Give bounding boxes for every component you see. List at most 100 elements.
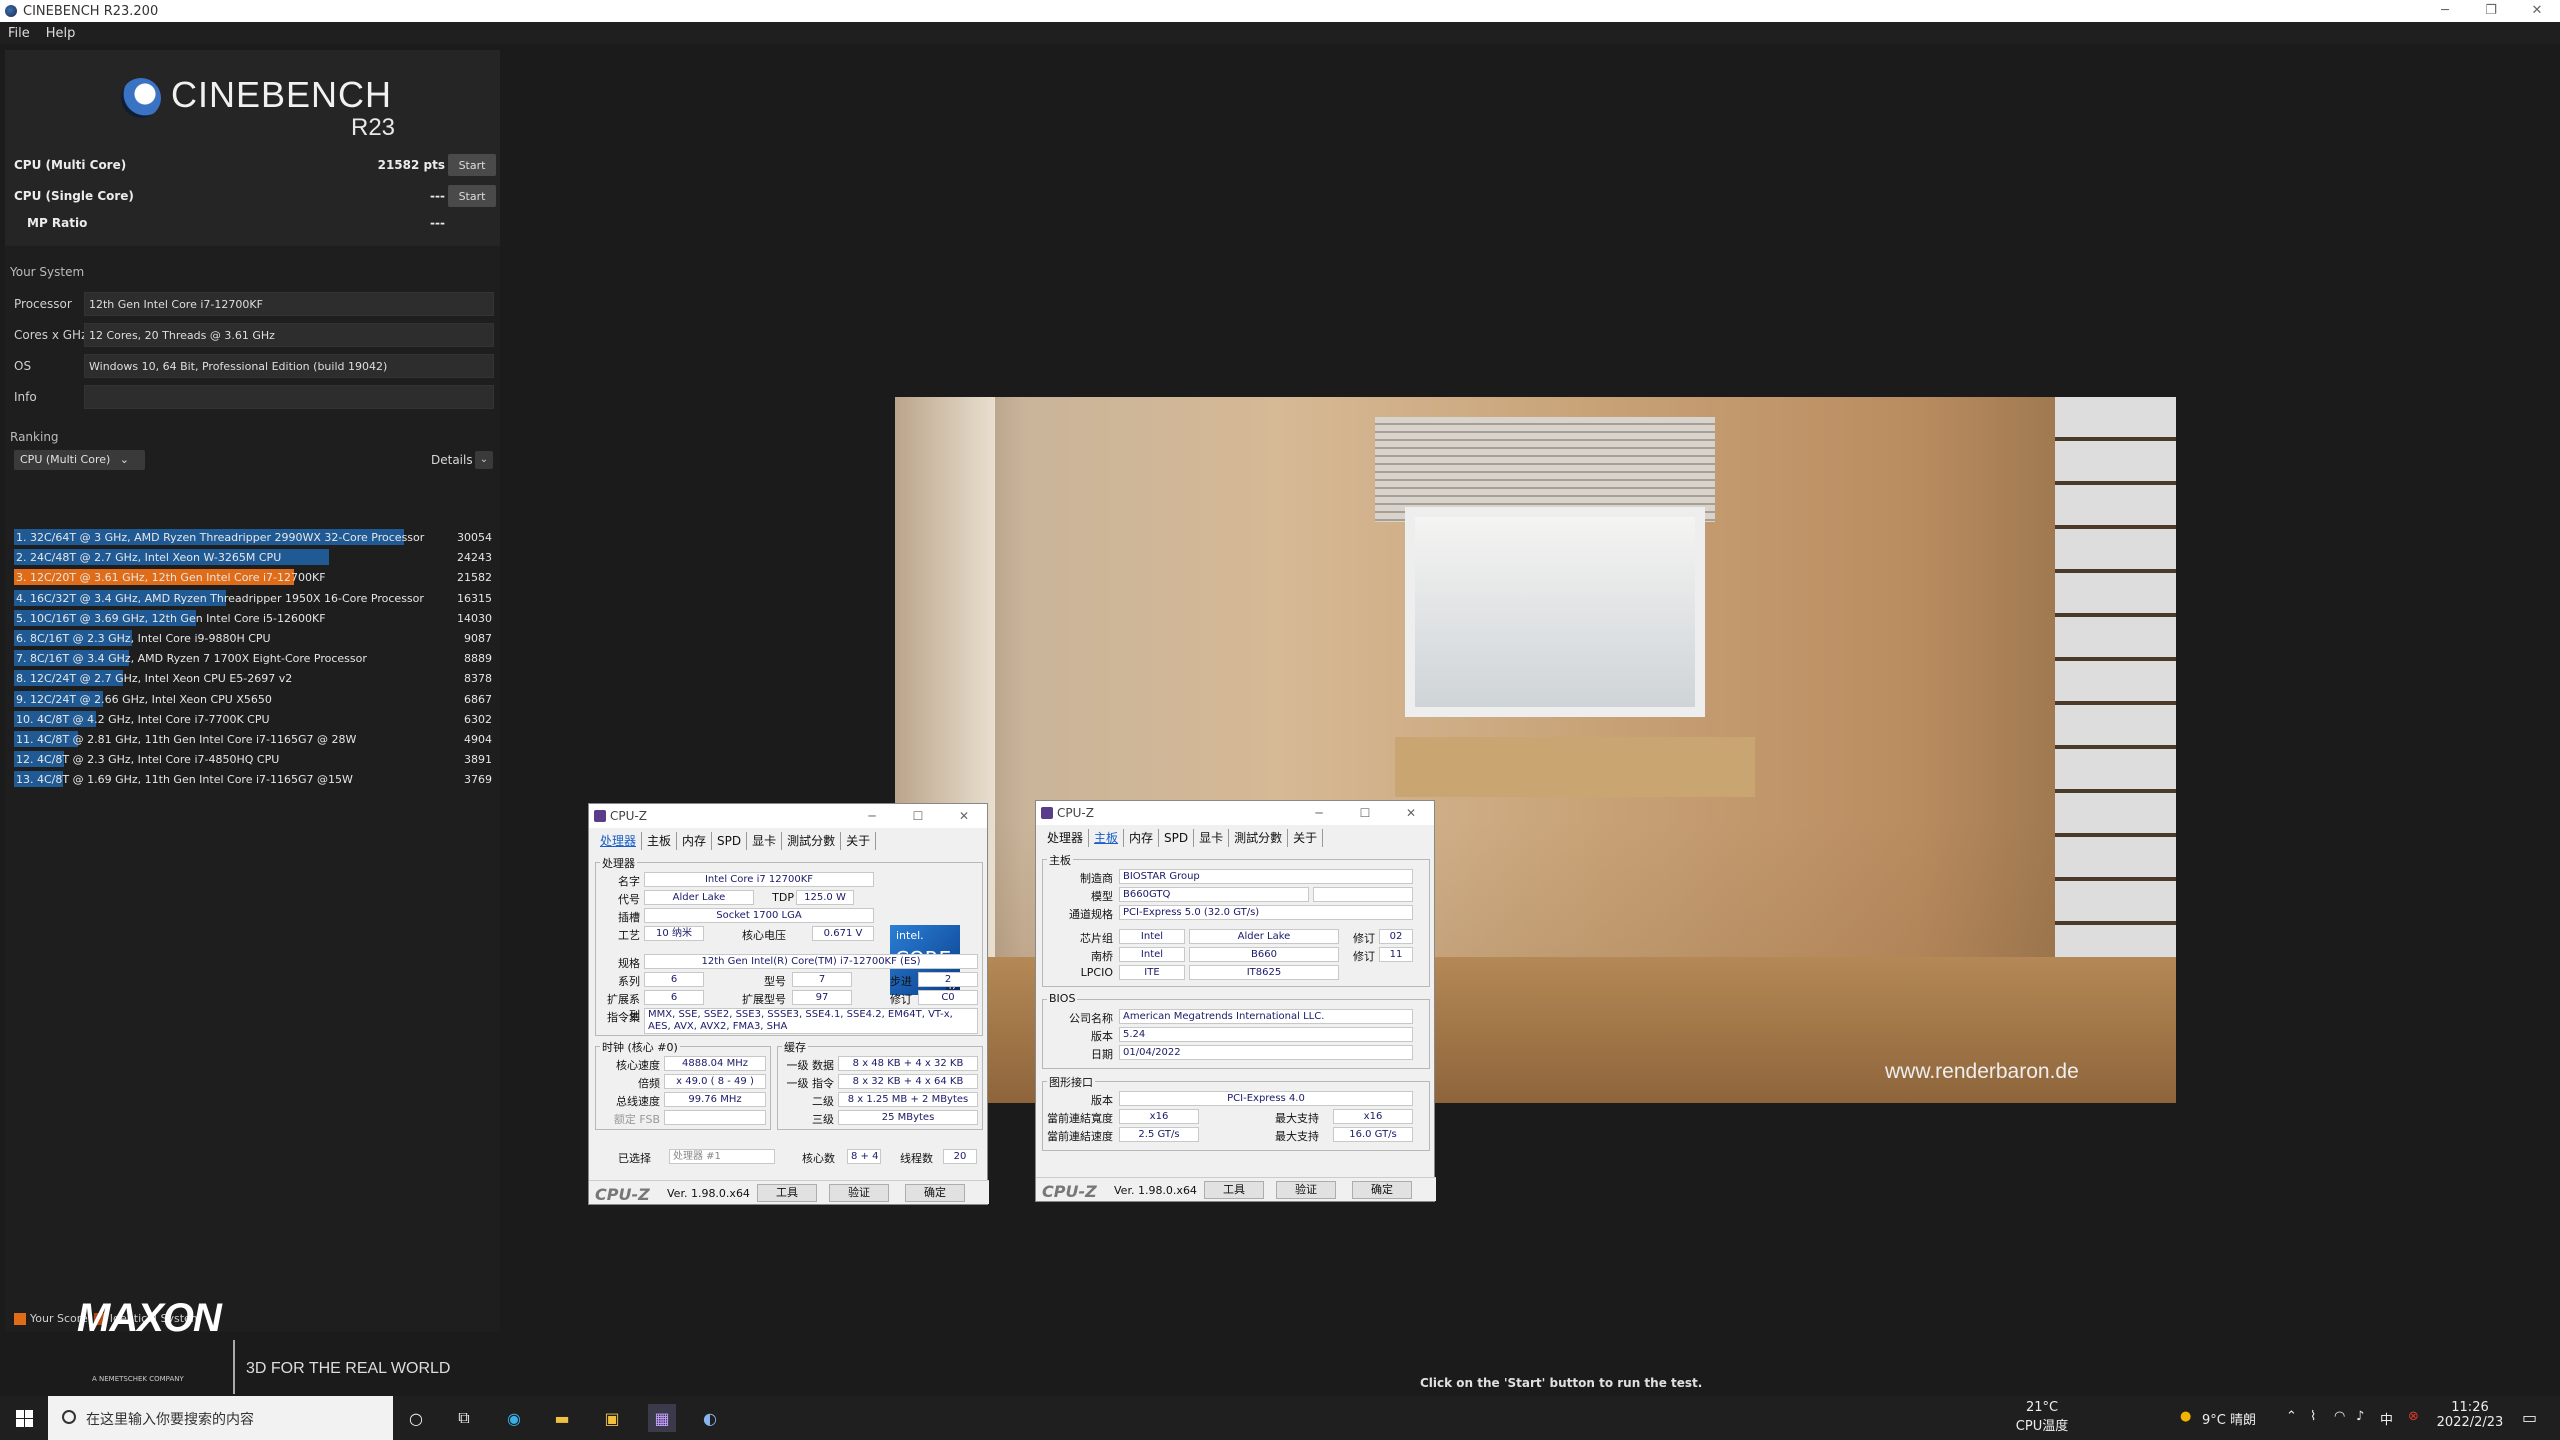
cpu-name-value: Intel Core i7 12700KF xyxy=(644,872,874,887)
volume-icon[interactable]: ♪ xyxy=(2356,1409,2364,1424)
bios-version-value: 5.24 xyxy=(1119,1027,1413,1042)
tab-memory[interactable]: 内存 xyxy=(1124,829,1160,847)
maximize-button[interactable]: ☐ xyxy=(895,809,941,823)
field-label: 一级 指令 xyxy=(786,1077,835,1090)
mp-ratio-value: --- xyxy=(430,216,445,230)
tab-processor[interactable]: 处理器 xyxy=(1042,829,1090,847)
ranking-row[interactable]: 2. 24C/48T @ 2.7 GHz, Intel Xeon W-3265M… xyxy=(14,548,494,566)
field-label: TDP xyxy=(772,891,794,904)
tab-graphics[interactable]: 显卡 xyxy=(747,832,783,850)
edge-browser-icon[interactable]: ◉ xyxy=(500,1404,528,1432)
tab-spd[interactable]: SPD xyxy=(1159,829,1195,847)
ranking-select[interactable]: CPU (Multi Core) ⌄ xyxy=(14,450,145,470)
notification-icon[interactable]: ▭ xyxy=(2522,1408,2537,1427)
taskbar-search[interactable]: 在这里输入你要搜索的内容 xyxy=(48,1396,393,1440)
cinebench-taskbar-icon[interactable]: ◐ xyxy=(696,1404,724,1432)
ranking-row[interactable]: 4. 16C/32T @ 3.4 GHz, AMD Ryzen Threadri… xyxy=(14,589,494,607)
cortana-icon[interactable]: ○ xyxy=(402,1404,430,1432)
tab-about[interactable]: 关于 xyxy=(841,832,877,850)
ranking-row[interactable]: 8. 12C/24T @ 2.7 GHz, Intel Xeon CPU E5-… xyxy=(14,669,494,687)
ranking-row[interactable]: 7. 8C/16T @ 3.4 GHz, AMD Ryzen 7 1700X E… xyxy=(14,649,494,667)
start-single-button[interactable]: Start xyxy=(448,185,496,207)
minimize-button[interactable]: ─ xyxy=(849,809,895,823)
cpuz-taskbar-icon[interactable]: ▦ xyxy=(648,1404,676,1432)
tab-bench[interactable]: 測試分數 xyxy=(782,832,842,850)
field-label: 扩展型号 xyxy=(742,993,786,1006)
group-title: 缓存 xyxy=(782,1039,808,1055)
task-view-icon[interactable]: ⧉ xyxy=(450,1404,478,1432)
ok-button[interactable]: 确定 xyxy=(1352,1181,1412,1199)
info-field[interactable] xyxy=(84,385,494,409)
cinebench-app-icon xyxy=(5,5,17,17)
weather-text[interactable]: 9°C 晴朗 xyxy=(2202,1409,2256,1428)
start-multi-button[interactable]: Start xyxy=(448,154,496,176)
tools-button[interactable]: 工具 xyxy=(757,1184,817,1202)
details-toggle-button[interactable]: ⌄ xyxy=(475,451,493,469)
clock[interactable]: 11:26 2022/2/23 xyxy=(2432,1400,2508,1430)
minimize-button[interactable]: ─ xyxy=(2422,0,2468,22)
processor-field: 12th Gen Intel Core i7-12700KF xyxy=(84,292,494,316)
close-button[interactable]: ✕ xyxy=(941,809,987,823)
antivirus-icon[interactable]: ⊗ xyxy=(2408,1409,2419,1424)
clock-time: 11:26 xyxy=(2451,1400,2489,1415)
processor-select[interactable]: 处理器 #1 xyxy=(669,1149,775,1164)
mb-model-extra xyxy=(1313,887,1413,902)
group-clocks: 时钟 (核心 #0) 核心速度 4888.04 MHz 倍频 x 49.0 ( … xyxy=(595,1039,771,1130)
close-button[interactable]: ✕ xyxy=(2514,0,2560,22)
ime-indicator[interactable]: 中 xyxy=(2380,1409,2393,1428)
tab-processor[interactable]: 处理器 xyxy=(595,832,643,850)
field-label: 一级 数据 xyxy=(786,1059,835,1072)
field-label: 制造商 xyxy=(1080,872,1113,885)
start-button[interactable] xyxy=(0,1396,48,1440)
tools-button[interactable]: 工具 xyxy=(1204,1181,1264,1199)
menu-help[interactable]: Help xyxy=(38,26,84,41)
tab-graphics[interactable]: 显卡 xyxy=(1194,829,1230,847)
restore-button[interactable]: ❐ xyxy=(2468,0,2514,22)
system-title: Your System xyxy=(10,265,85,279)
maximize-button[interactable]: ☐ xyxy=(1342,806,1388,820)
ranking-row[interactable]: 10. 4C/8T @ 4.2 GHz, Intel Core i7-7700K… xyxy=(14,710,494,728)
tab-memory[interactable]: 内存 xyxy=(677,832,713,850)
minimize-button[interactable]: ─ xyxy=(1296,806,1342,820)
ranking-row[interactable]: 5. 10C/16T @ 3.69 GHz, 12th Gen Intel Co… xyxy=(14,609,494,627)
ok-button[interactable]: 确定 xyxy=(905,1184,965,1202)
chevron-up-icon[interactable]: ⌃ xyxy=(2286,1409,2297,1424)
ranking-row[interactable]: 1. 32C/64T @ 3 GHz, AMD Ryzen Threadripp… xyxy=(14,528,494,546)
network-icon[interactable]: ⌇ xyxy=(2310,1409,2316,1424)
tab-bench[interactable]: 測試分數 xyxy=(1229,829,1289,847)
ranking-row[interactable]: 11. 4C/8T @ 2.81 GHz, 11th Gen Intel Cor… xyxy=(14,730,494,748)
validate-button[interactable]: 验证 xyxy=(829,1184,889,1202)
ranking-row[interactable]: 6. 8C/16T @ 2.3 GHz, Intel Core i9-9880H… xyxy=(14,629,494,647)
group-mainboard: 主板 制造商 BIOSTAR Group 模型 B660GTQ 通道规格 PCI… xyxy=(1042,852,1430,987)
bench-single-label: CPU (Single Core) xyxy=(14,189,134,203)
menu-file[interactable]: File xyxy=(0,26,38,41)
ranking-label: 2. 24C/48T @ 2.7 GHz, Intel Xeon W-3265M… xyxy=(16,551,282,565)
close-button[interactable]: ✕ xyxy=(1388,806,1434,820)
wifi-icon[interactable]: ◠ xyxy=(2334,1409,2345,1424)
ranking-row[interactable]: 12. 4C/8T @ 2.3 GHz, Intel Core i7-4850H… xyxy=(14,750,494,768)
file-explorer-icon[interactable]: ▬ xyxy=(548,1404,576,1432)
ranking-row[interactable]: 13. 4C/8T @ 1.69 GHz, 11th Gen Intel Cor… xyxy=(14,770,494,788)
cpuz-app-icon xyxy=(594,810,606,822)
cpuz-version: Ver. 1.98.0.x64 xyxy=(1114,1184,1197,1197)
ext-model-value: 97 xyxy=(792,990,852,1005)
ranking-row[interactable]: 9. 12C/24T @ 2.66 GHz, Intel Xeon CPU X5… xyxy=(14,690,494,708)
tab-spd[interactable]: SPD xyxy=(712,832,748,850)
field-label: 修订 xyxy=(1353,950,1375,963)
tab-mainboard[interactable]: 主板 xyxy=(1089,829,1125,847)
tab-about[interactable]: 关于 xyxy=(1288,829,1324,847)
field-label: 插槽 xyxy=(618,911,640,924)
field-label: 工艺 xyxy=(618,929,640,942)
tab-mainboard[interactable]: 主板 xyxy=(642,832,678,850)
chipset-vendor: Intel xyxy=(1119,929,1185,944)
model-value: 7 xyxy=(792,972,852,987)
cpuz-version: Ver. 1.98.0.x64 xyxy=(667,1187,750,1200)
cores-field: 12 Cores, 20 Threads @ 3.61 GHz xyxy=(84,323,494,347)
cpu-temp-widget[interactable]: 21°C CPU温度 xyxy=(2012,1400,2072,1434)
logo-version: R23 xyxy=(351,114,396,141)
field-label: 型号 xyxy=(764,975,786,988)
store-icon[interactable]: ▣ xyxy=(598,1404,626,1432)
ranking-row[interactable]: 3. 12C/20T @ 3.61 GHz, 12th Gen Intel Co… xyxy=(14,568,494,586)
field-label: 通道规格 xyxy=(1069,908,1113,921)
validate-button[interactable]: 验证 xyxy=(1276,1181,1336,1199)
